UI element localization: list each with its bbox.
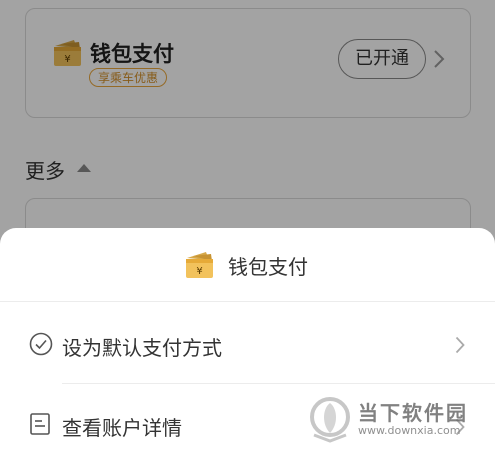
watermark-name: 当下软件园 [358,401,468,425]
set-default-payment-label: 设为默认支付方式 [62,336,222,360]
document-icon [30,413,50,435]
watermark-logo-icon [310,397,350,443]
set-default-payment-item[interactable]: 设为默认支付方式 [0,304,495,384]
account-details-label: 查看账户详情 [62,416,182,440]
svg-text:¥: ¥ [196,266,202,277]
check-circle-icon [29,332,53,356]
watermark-url: www.downxia.com [358,424,461,437]
sheet-title: 钱包支付 [228,255,308,279]
wallet-icon: ¥ [186,252,213,278]
divider [62,383,495,384]
chevron-right-icon [455,336,465,354]
watermark: 当下软件园 www.downxia.com [308,393,488,449]
sheet-header: ¥ 钱包支付 [0,228,495,302]
